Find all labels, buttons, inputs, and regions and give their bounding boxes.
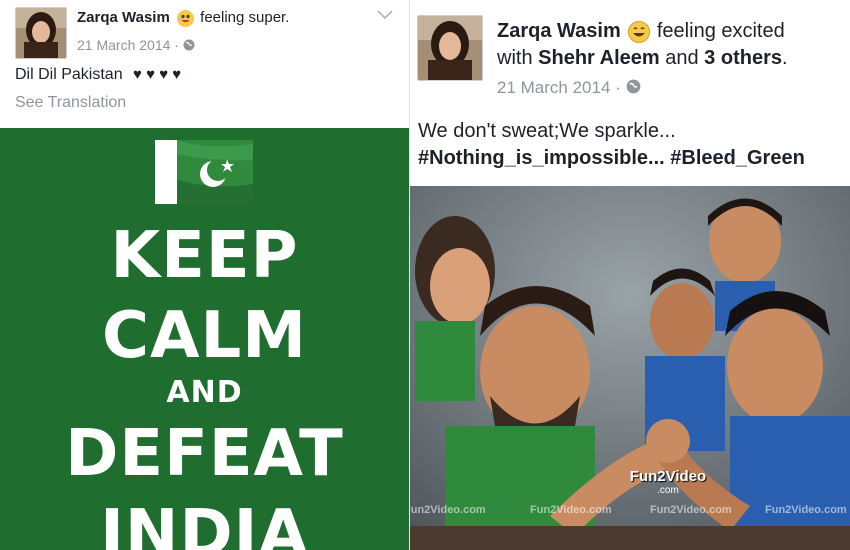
- author-name[interactable]: Zarqa Wasim: [77, 9, 170, 26]
- globe-icon[interactable]: [626, 79, 641, 99]
- author-avatar[interactable]: [15, 7, 67, 59]
- post-text-line1: We don't sweat;We sparkle...: [418, 120, 676, 142]
- left-post-title: Zarqa Wasim feeling super.: [77, 9, 289, 27]
- post-date[interactable]: 21 March 2014: [77, 37, 170, 53]
- meta-separator: ·: [174, 37, 179, 53]
- logo-text: Fun2Video: [629, 468, 707, 485]
- post-hashtags[interactable]: #Nothing_is_impossible... #Bleed_Green: [418, 145, 805, 172]
- poster-line-defeat: DEFEAT: [65, 417, 344, 491]
- others-link[interactable]: 3 others: [704, 47, 782, 69]
- watermark: Fun2Video.com: [650, 504, 732, 516]
- post-text-content: Dil Dil Pakistan: [15, 66, 123, 83]
- logo-domain: .com: [657, 485, 679, 496]
- keep-calm-poster[interactable]: KEEP CALM AND DEFEAT INDIA: [0, 128, 409, 550]
- post-meta: 21 March 2014 ·: [77, 37, 195, 54]
- feeling-text: feeling super.: [200, 9, 290, 26]
- left-post-header: Zarqa Wasim feeling super. 21 March 2014…: [0, 0, 409, 128]
- super-emoji-icon: [176, 9, 194, 27]
- post-text: We don't sweat;We sparkle... #Nothing_is…: [418, 118, 805, 172]
- poster-line-india: INDIA: [100, 497, 309, 550]
- author-name[interactable]: Zarqa Wasim: [497, 20, 621, 42]
- globe-icon[interactable]: [183, 38, 195, 54]
- poster-line-calm: CALM: [102, 299, 307, 373]
- pakistan-flag-icon: [155, 140, 253, 204]
- tagged-friend-link[interactable]: Shehr Aleem: [538, 47, 660, 69]
- cricketers-caricature-image[interactable]: Fun2Video .com Fun2Video.com Fun2Video.c…: [410, 186, 850, 550]
- right-post: Zarqa Wasim feeling excited with Shehr A…: [409, 0, 850, 550]
- watermark: Fun2Video.com: [409, 504, 486, 516]
- author-avatar[interactable]: [417, 15, 483, 81]
- watermark: Fun2Video.com: [530, 504, 612, 516]
- feeling-text: feeling excited: [656, 20, 785, 42]
- poster-line-and: AND: [166, 375, 243, 410]
- and-text: and: [665, 47, 699, 69]
- right-post-title: Zarqa Wasim feeling excited with Shehr A…: [497, 18, 847, 72]
- poster-line-keep: KEEP: [110, 219, 299, 293]
- hearts-icons: ♥ ♥ ♥ ♥: [133, 66, 182, 83]
- period-text: .: [781, 47, 788, 69]
- fun2video-logo: Fun2Video .com: [622, 468, 714, 496]
- post-meta: 21 March 2014 ·: [497, 78, 641, 99]
- chevron-down-icon[interactable]: [377, 10, 393, 22]
- see-translation-link[interactable]: See Translation: [15, 94, 126, 112]
- meta-separator: ·: [615, 78, 621, 97]
- post-text: Dil Dil Pakistan ♥ ♥ ♥ ♥: [15, 66, 181, 84]
- post-date[interactable]: 21 March 2014: [497, 78, 610, 97]
- excited-emoji-icon: [628, 20, 651, 43]
- with-text: with: [497, 47, 533, 69]
- left-post: Zarqa Wasim feeling super. 21 March 2014…: [0, 0, 409, 550]
- watermark: Fun2Video.com: [765, 504, 847, 516]
